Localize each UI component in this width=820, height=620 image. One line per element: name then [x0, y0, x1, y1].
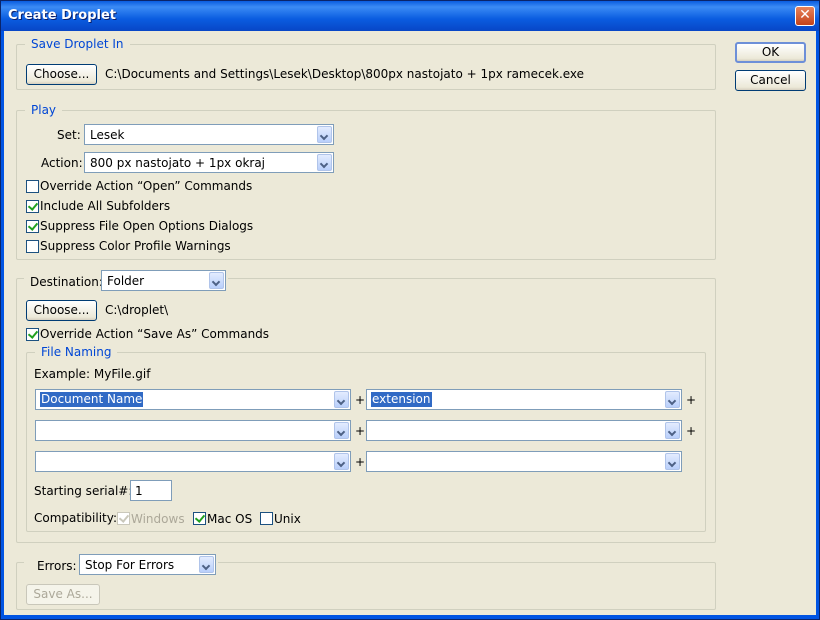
destination-select[interactable]: Folder: [101, 270, 226, 291]
compat-windows-checkbox: [117, 512, 130, 525]
window-title: Create Droplet: [8, 8, 117, 23]
destination-label: Destination:: [30, 275, 103, 289]
override-save-as-checkbox[interactable]: [26, 328, 39, 341]
chevron-down-icon[interactable]: [317, 126, 332, 143]
naming-field-2[interactable]: extension: [366, 389, 682, 410]
destination-path: C:\droplet\: [105, 303, 169, 317]
compatibility-label: Compatibility:: [34, 511, 118, 525]
destination-select-value: Folder: [107, 274, 145, 288]
errors-label: Errors:: [37, 559, 77, 573]
suppress-color-warnings-checkbox[interactable]: [26, 240, 39, 253]
save-as-button: Save As...: [26, 584, 100, 605]
chevron-down-icon[interactable]: [665, 422, 680, 439]
action-select-value: 800 px nastojato + 1px okraj: [90, 156, 266, 170]
chevron-down-icon[interactable]: [334, 391, 349, 408]
set-select-value: Lesek: [90, 128, 125, 142]
save-droplet-legend: Save Droplet In: [25, 37, 130, 51]
plus-sign: +: [355, 455, 366, 469]
create-droplet-dialog: Create Droplet ✕ Save Droplet In Choose.…: [0, 0, 820, 620]
include-subfolders-checkbox[interactable]: [26, 200, 39, 213]
serial-input-value: 1: [135, 484, 143, 498]
plus-sign: +: [355, 424, 366, 438]
naming-field-6[interactable]: [366, 451, 682, 472]
suppress-open-options-label: Suppress File Open Options Dialogs: [40, 219, 254, 233]
dialog-client: Save Droplet In Choose... C:\Documents a…: [4, 31, 816, 615]
title-bar[interactable]: Create Droplet ✕: [1, 1, 819, 31]
plus-sign: +: [686, 393, 697, 407]
serial-input[interactable]: 1: [130, 480, 172, 501]
naming-field-4[interactable]: [366, 420, 682, 441]
errors-select[interactable]: Stop For Errors: [79, 554, 216, 575]
plus-sign: +: [686, 424, 697, 438]
ok-button[interactable]: OK: [735, 42, 806, 63]
override-save-as-label: Override Action “Save As” Commands: [40, 327, 270, 341]
set-select[interactable]: Lesek: [84, 124, 334, 145]
override-open-checkbox[interactable]: [26, 180, 39, 193]
chevron-down-icon[interactable]: [334, 453, 349, 470]
plus-sign: +: [355, 393, 366, 407]
suppress-open-options-checkbox[interactable]: [26, 220, 39, 233]
action-label: Action:: [41, 156, 83, 170]
naming-field-1-value: Document Name: [40, 392, 144, 407]
compat-macos-checkbox[interactable]: [193, 512, 206, 525]
save-droplet-choose-button[interactable]: Choose...: [26, 64, 97, 85]
errors-select-value: Stop For Errors: [85, 558, 175, 572]
suppress-color-warnings-label: Suppress Color Profile Warnings: [40, 239, 231, 253]
cancel-button[interactable]: Cancel: [735, 70, 806, 91]
chevron-down-icon[interactable]: [665, 391, 680, 408]
set-label: Set:: [57, 128, 81, 142]
destination-choose-button[interactable]: Choose...: [26, 300, 97, 321]
include-subfolders-label: Include All Subfolders: [40, 199, 171, 213]
compat-macos-label: Mac OS: [207, 512, 253, 526]
save-droplet-path: C:\Documents and Settings\Lesek\Desktop\…: [105, 67, 585, 81]
play-legend: Play: [25, 103, 63, 117]
chevron-down-icon[interactable]: [334, 422, 349, 439]
file-naming-legend: File Naming: [35, 345, 118, 359]
chevron-down-icon[interactable]: [209, 272, 224, 289]
close-button[interactable]: ✕: [795, 6, 815, 26]
chevron-down-icon[interactable]: [665, 453, 680, 470]
action-select[interactable]: 800 px nastojato + 1px okraj: [84, 152, 334, 173]
naming-field-2-value: extension: [371, 392, 432, 407]
serial-label: Starting serial#:: [34, 484, 133, 498]
compat-windows-label: Windows: [131, 512, 185, 526]
naming-field-5[interactable]: [35, 451, 351, 472]
chevron-down-icon[interactable]: [317, 154, 332, 171]
compat-unix-label: Unix: [274, 512, 301, 526]
naming-field-3[interactable]: [35, 420, 351, 441]
chevron-down-icon[interactable]: [199, 556, 214, 573]
file-naming-example: Example: MyFile.gif: [34, 367, 151, 381]
compat-unix-checkbox[interactable]: [260, 512, 273, 525]
naming-field-1[interactable]: Document Name: [35, 389, 351, 410]
close-icon: ✕: [799, 7, 811, 23]
override-open-label: Override Action “Open” Commands: [40, 179, 253, 193]
